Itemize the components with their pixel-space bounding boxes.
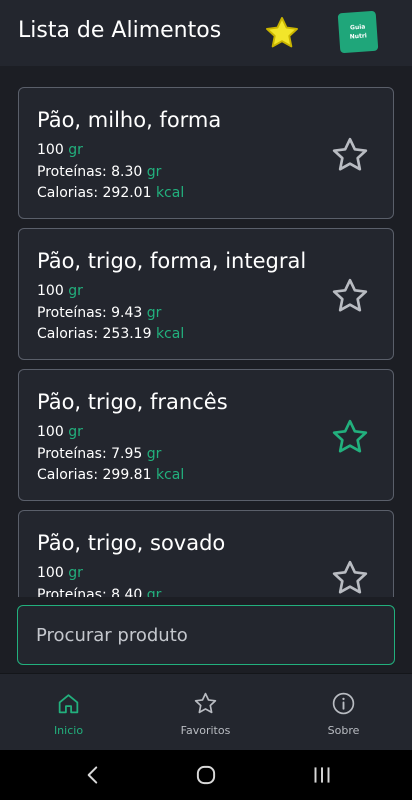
food-name: Pão, trigo, francês: [37, 390, 228, 414]
home-icon: [58, 694, 79, 714]
nav-item-favoritos[interactable]: Favoritos: [137, 674, 274, 751]
search-field[interactable]: [17, 605, 395, 665]
page-title: Lista de Alimentos: [18, 18, 222, 43]
favorite-star-icon[interactable]: [330, 276, 370, 316]
nav-item-sobre[interactable]: Sobre: [275, 674, 412, 751]
favorite-star-icon[interactable]: [330, 417, 370, 457]
recents-icon[interactable]: [309, 762, 335, 788]
back-icon[interactable]: [80, 762, 106, 788]
search-input[interactable]: [18, 606, 394, 664]
bottom-navigation: Inicio Favoritos Sobre: [0, 673, 412, 750]
food-card[interactable]: Pão, trigo, forma, integral 100 gr Prote…: [18, 228, 394, 360]
food-name: Pão, milho, forma: [37, 108, 222, 132]
food-amount: 100 gr: [37, 283, 83, 299]
food-card[interactable]: Pão, trigo, sovado 100 gr Proteínas: 8.4…: [18, 510, 394, 597]
app-bar: Lista de Alimentos Guia Nutri: [0, 0, 412, 66]
favorite-star-icon[interactable]: [330, 135, 370, 175]
food-amount: 100 gr: [37, 565, 83, 581]
nav-label: Sobre: [327, 724, 360, 737]
food-list[interactable]: Pão, milho, forma 100 gr Proteínas: 8.30…: [0, 66, 412, 597]
food-card[interactable]: Pão, trigo, francês 100 gr Proteínas: 7.…: [18, 369, 394, 501]
favorites-star-icon[interactable]: [263, 14, 301, 52]
star-icon: [194, 692, 217, 714]
food-protein: Proteínas: 8.40 gr: [37, 587, 162, 597]
food-protein: Proteínas: 8.30 gr: [37, 164, 162, 180]
home-circle-icon[interactable]: [193, 762, 219, 788]
app-logo: Guia Nutri: [337, 10, 379, 54]
nav-label: Favoritos: [180, 724, 231, 737]
food-protein: Proteínas: 7.95 gr: [37, 446, 162, 462]
food-name: Pão, trigo, forma, integral: [37, 249, 307, 273]
food-amount: 100 gr: [37, 142, 83, 158]
logo-text-line2: Nutri: [349, 32, 368, 41]
food-protein: Proteínas: 9.43 gr: [37, 305, 162, 321]
food-calories: Calorias: 299.81 kcal: [37, 467, 185, 483]
food-calories: Calorias: 253.19 kcal: [37, 326, 185, 342]
food-amount: 100 gr: [37, 424, 83, 440]
nav-label: Inicio: [53, 724, 84, 737]
system-navigation-bar: [0, 750, 412, 800]
food-card[interactable]: Pão, milho, forma 100 gr Proteínas: 8.30…: [18, 87, 394, 219]
nav-item-inicio[interactable]: Inicio: [0, 674, 137, 751]
food-calories: Calorias: 292.01 kcal: [37, 185, 185, 201]
info-icon: [332, 692, 355, 715]
food-name: Pão, trigo, sovado: [37, 531, 226, 555]
favorite-star-icon[interactable]: [330, 558, 370, 597]
